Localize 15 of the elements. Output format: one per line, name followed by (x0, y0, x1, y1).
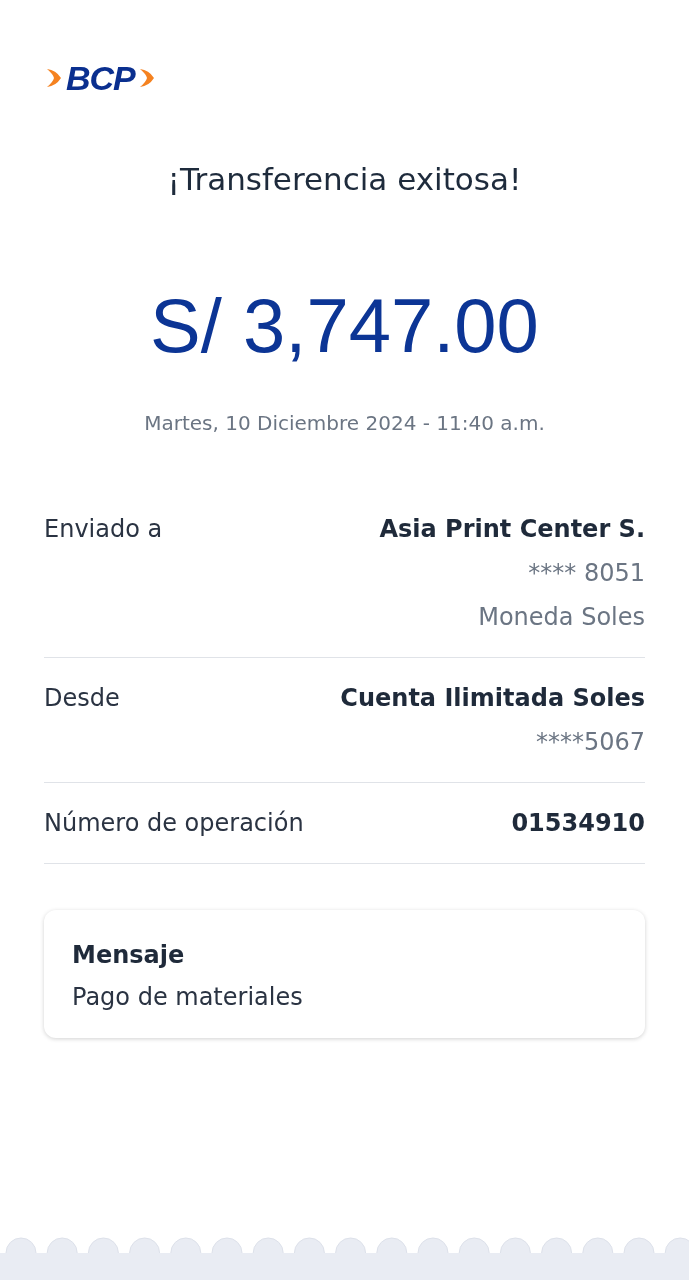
detail-value: ****5067 (535, 727, 645, 758)
detail-value: 01534910 (511, 808, 645, 839)
page-title: ¡Transferencia exitosa! (166, 160, 523, 199)
message-title: Mensaje (72, 940, 186, 971)
detail-value: Cuenta Ilimitada Soles (340, 683, 645, 714)
date-time: Martes, 10 Diciembre 2024 - 11:40 a.m. (143, 410, 546, 437)
logo-text: BCP (66, 60, 135, 96)
detail-label: Desde (44, 683, 120, 714)
detail-value: Moneda Soles (478, 602, 645, 633)
detail-label: Enviado a (44, 514, 163, 545)
detail-value: **** 8051 (528, 558, 645, 589)
message-text: Pago de materiales (72, 982, 304, 1013)
amount: S/ 3,747.00 (149, 282, 540, 370)
detail-value: Asia Print Center S. (379, 514, 645, 545)
detail-label: Número de operación (44, 808, 304, 839)
